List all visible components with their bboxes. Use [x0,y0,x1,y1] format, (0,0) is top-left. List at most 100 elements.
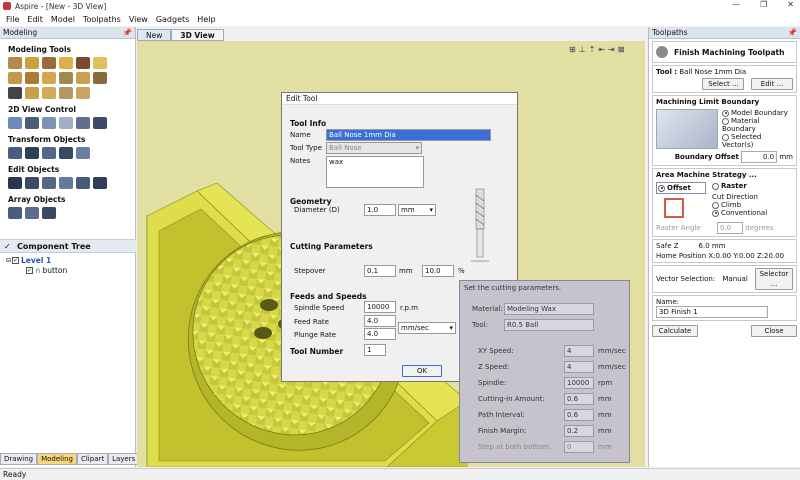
circular-copy-icon[interactable] [25,207,39,219]
plunge-rate-input[interactable]: 4.0 [364,328,396,340]
tool-number-input[interactable]: 1 [364,344,386,356]
raster-radio[interactable] [712,182,719,190]
feed-unit-select[interactable]: mm/sec ▾ [398,322,456,334]
conventional-radio[interactable] [712,209,719,217]
smooth-icon[interactable] [25,72,39,84]
right-view-icon[interactable]: ⇥ [608,45,615,54]
diameter-input[interactable]: 1.0 [364,204,396,216]
diameter-unit-select[interactable]: mm ▾ [398,204,436,216]
component-tree-checkbox[interactable]: ✓ [4,242,13,251]
shape-editor-icon[interactable] [8,57,22,69]
calculate-button[interactable]: Calculate [652,325,698,337]
close-icon[interactable]: ✕ [787,0,794,9]
menu-help[interactable]: Help [193,15,219,24]
fade-icon[interactable] [42,72,56,84]
maximize-icon[interactable]: ❐ [760,0,767,9]
wedge-icon[interactable] [25,87,39,99]
key-icon[interactable] [8,87,22,99]
boundary-offset-input[interactable]: 0.0 [741,151,778,163]
left-view-icon[interactable]: ⇤ [598,45,605,54]
distort-icon[interactable] [76,72,90,84]
copy-along-icon[interactable] [42,207,56,219]
two-rail-sweep-icon[interactable] [25,57,39,69]
extrude-icon[interactable] [42,57,56,69]
raster-angle-input[interactable]: 0.0 [716,222,743,234]
pin-icon[interactable]: 📌 [788,28,797,37]
menu-gadgets[interactable]: Gadgets [152,15,193,24]
menu-view[interactable]: View [125,15,152,24]
tab-modeling[interactable]: Modeling [37,453,77,465]
menu-file[interactable]: File [0,15,23,24]
pin-icon[interactable]: 📌 [123,28,132,37]
layout-icon[interactable] [93,117,107,129]
tool-type-select[interactable]: Ball Nose ▾ [326,142,422,154]
cylinder-icon[interactable] [76,87,90,99]
zoom-fit-icon[interactable] [42,117,56,129]
top-view-icon[interactable]: ⊥ [579,45,586,54]
tab-layers[interactable]: Layers [108,453,140,465]
transform-title: Transform Objects [8,135,86,144]
dome-icon[interactable] [42,87,56,99]
stepover-percent-input[interactable]: 10.0 [422,265,454,277]
grid-icon[interactable] [76,117,90,129]
rotate-icon[interactable] [42,147,56,159]
mirror-icon[interactable] [59,147,73,159]
tab-new[interactable]: New [137,29,172,41]
tree-level-row[interactable]: ⊟ ✓ Level 1 [6,255,136,265]
tab-3d-view[interactable]: 3D View [171,29,224,41]
tilt-icon[interactable] [59,72,73,84]
spindle-speed-input[interactable]: 10000 [364,301,396,313]
arch-icon[interactable] [59,87,73,99]
tree-item-row[interactable]: ✓ ∩ button [26,265,136,275]
toolpath-name-input[interactable]: 3D Finish 1 [656,306,768,318]
selector-button[interactable]: Selector ... [755,268,793,290]
merge-icon[interactable] [8,72,22,84]
front-view-icon[interactable]: ⇡ [589,45,596,54]
trim-icon[interactable] [76,177,90,189]
weave-icon[interactable] [59,57,73,69]
offset-radio[interactable] [658,184,665,192]
node-edit-icon[interactable] [25,177,39,189]
ok-button[interactable]: OK [402,365,442,377]
measure-icon[interactable] [59,177,73,189]
offset-pattern-icon [664,198,684,218]
menu-toolpaths[interactable]: Toolpaths [79,15,125,24]
texture-icon[interactable] [93,57,107,69]
tab-clipart[interactable]: Clipart [76,453,109,465]
area-strategy-box: Area Machine Strategy ... Offset Raster … [652,168,797,237]
tool-name-input[interactable]: Ball Nose 1mm Dia [326,129,491,141]
tool-name: Ball Nose 1mm Dia [679,68,747,76]
selected-vectors-radio[interactable] [722,133,729,141]
move-icon[interactable] [8,147,22,159]
material-boundary-radio[interactable] [722,117,729,125]
copy-grid-icon[interactable] [8,207,22,219]
sculpt-icon[interactable] [76,57,90,69]
collapse-icon[interactable]: ⊟ [6,257,11,264]
notes-textarea[interactable]: wax [326,156,424,188]
climb-radio[interactable] [712,201,719,209]
menu-edit[interactable]: Edit [23,15,47,24]
level-checkbox[interactable]: ✓ [12,256,20,264]
close-button[interactable]: Close [751,325,797,337]
slice-icon[interactable] [93,72,107,84]
minimize-icon[interactable]: — [732,0,740,9]
model-boundary-radio[interactable] [722,109,729,117]
align-icon[interactable] [76,147,90,159]
select-icon[interactable] [8,177,22,189]
pan-icon[interactable] [59,117,73,129]
zoom-icon[interactable] [8,117,22,129]
item-checkbox[interactable]: ✓ [26,266,33,274]
menu-model[interactable]: Model [47,15,79,24]
raster-angle-label: Raster Angle [656,224,701,232]
edit-tool-button[interactable]: Edit ... [751,78,793,90]
feed-rate-input[interactable]: 4.0 [364,315,396,327]
interactive-select-icon[interactable] [42,177,56,189]
stepover-input[interactable]: 0.1 [364,265,396,277]
iso-view-icon[interactable]: ⊞ [569,45,576,54]
scale-icon[interactable] [25,147,39,159]
zoom-box-icon[interactable] [25,117,39,129]
select-tool-button[interactable]: Select ... [702,78,745,90]
back-view-icon[interactable]: ⊠ [618,45,625,54]
tab-drawing[interactable]: Drawing [0,453,38,465]
join-icon[interactable] [93,177,107,189]
